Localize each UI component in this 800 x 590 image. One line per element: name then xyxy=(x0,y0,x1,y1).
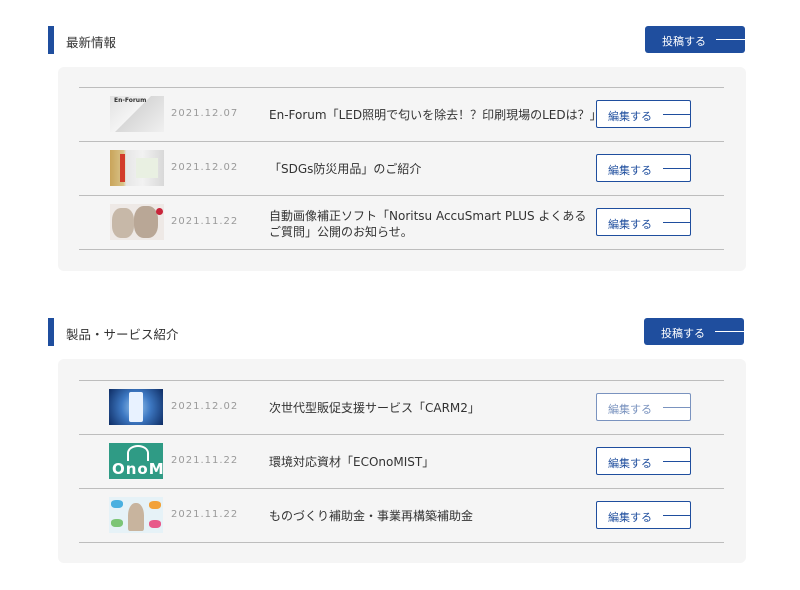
thumbnail-caption: OnoM xyxy=(112,460,163,478)
thumbnail-image[interactable] xyxy=(109,389,163,425)
thumbnail-detail xyxy=(111,500,123,508)
arrow-line-icon xyxy=(663,114,691,115)
thumbnail-detail xyxy=(127,445,149,461)
post-title[interactable]: 次世代型販促支援サービス「CARM2」 xyxy=(269,400,589,416)
post-button-label: 投稿する xyxy=(662,35,706,48)
edit-button-label: 編集する xyxy=(608,457,652,470)
section-title: 最新情報 xyxy=(66,35,117,50)
post-button[interactable]: 投稿する xyxy=(645,26,745,53)
list-item: En-Forum 2021.12.07 En-Forum「LED照明で匂いを除去… xyxy=(79,88,724,142)
thumbnail-detail xyxy=(111,519,123,527)
edit-button[interactable]: 編集する xyxy=(596,208,691,236)
edit-button-label: 編集する xyxy=(608,403,652,416)
post-title[interactable]: 自動画像補正ソフト「Noritsu AccuSmart PLUS よくあるご質問… xyxy=(269,208,589,240)
edit-button-label: 編集する xyxy=(608,164,652,177)
products-list: 2021.12.02 次世代型販促支援サービス「CARM2」 編集する OnoM… xyxy=(79,380,724,543)
post-title[interactable]: En-Forum「LED照明で匂いを除去！？印刷現場のLEDは？」 xyxy=(269,107,602,123)
arrow-line-icon xyxy=(715,331,744,332)
arrow-line-icon xyxy=(663,407,691,408)
post-date: 2021.12.07 xyxy=(171,108,239,119)
post-date: 2021.11.22 xyxy=(171,216,239,227)
thumbnail-detail xyxy=(156,208,163,215)
edit-button-label: 編集する xyxy=(608,218,652,231)
thumbnail-image[interactable]: En-Forum xyxy=(110,96,164,132)
thumbnail-detail xyxy=(134,206,158,238)
news-list: En-Forum 2021.12.07 En-Forum「LED照明で匂いを除去… xyxy=(79,87,724,250)
list-item: 2021.11.22 自動画像補正ソフト「Noritsu AccuSmart P… xyxy=(79,196,724,250)
thumbnail-detail xyxy=(120,154,125,182)
post-button[interactable]: 投稿する xyxy=(644,318,744,345)
thumbnail-detail xyxy=(149,501,161,509)
post-date: 2021.11.22 xyxy=(171,455,239,466)
arrow-line-icon xyxy=(663,168,691,169)
arrow-line-icon xyxy=(663,222,691,223)
list-item: 2021.11.22 ものづくり補助金・事業再構築補助金 編集する xyxy=(79,489,724,543)
products-panel: 2021.12.02 次世代型販促支援サービス「CARM2」 編集する OnoM… xyxy=(58,359,746,563)
thumbnail-image[interactable] xyxy=(110,204,164,240)
thumbnail-detail xyxy=(136,158,158,178)
edit-button[interactable]: 編集する xyxy=(596,447,691,475)
thumbnail-image[interactable] xyxy=(110,150,164,186)
arrow-line-icon xyxy=(663,515,691,516)
post-button-label: 投稿する xyxy=(661,327,705,340)
section-marker xyxy=(48,318,54,346)
edit-button[interactable]: 編集する xyxy=(596,393,691,421)
post-date: 2021.11.22 xyxy=(171,509,239,520)
post-date: 2021.12.02 xyxy=(171,401,239,412)
edit-button-label: 編集する xyxy=(608,110,652,123)
thumbnail-detail xyxy=(149,520,161,528)
post-title[interactable]: ものづくり補助金・事業再構築補助金 xyxy=(269,508,589,524)
thumbnail-caption: En-Forum xyxy=(114,97,147,104)
post-title[interactable]: 「SDGs防災用品」のご紹介 xyxy=(269,161,589,177)
thumbnail-detail xyxy=(129,392,143,422)
thumbnail-image[interactable]: OnoM xyxy=(109,443,163,479)
list-item: 2021.12.02 次世代型販促支援サービス「CARM2」 編集する xyxy=(79,381,724,435)
edit-button[interactable]: 編集する xyxy=(596,501,691,529)
edit-button[interactable]: 編集する xyxy=(596,100,691,128)
list-item: OnoM 2021.11.22 環境対応資材「ECOnoMIST」 編集する xyxy=(79,435,724,489)
thumbnail-detail xyxy=(128,503,144,531)
post-date: 2021.12.02 xyxy=(171,162,239,173)
edit-button[interactable]: 編集する xyxy=(596,154,691,182)
arrow-line-icon xyxy=(716,39,745,40)
edit-button-label: 編集する xyxy=(608,511,652,524)
thumbnail-image[interactable] xyxy=(109,497,163,533)
post-title[interactable]: 環境対応資材「ECOnoMIST」 xyxy=(269,454,589,470)
list-item: 2021.12.02 「SDGs防災用品」のご紹介 編集する xyxy=(79,142,724,196)
arrow-line-icon xyxy=(663,461,691,462)
section-title: 製品・サービス紹介 xyxy=(66,327,179,342)
section-marker xyxy=(48,26,54,54)
news-panel: En-Forum 2021.12.07 En-Forum「LED照明で匂いを除去… xyxy=(58,67,746,271)
thumbnail-detail xyxy=(112,208,134,238)
